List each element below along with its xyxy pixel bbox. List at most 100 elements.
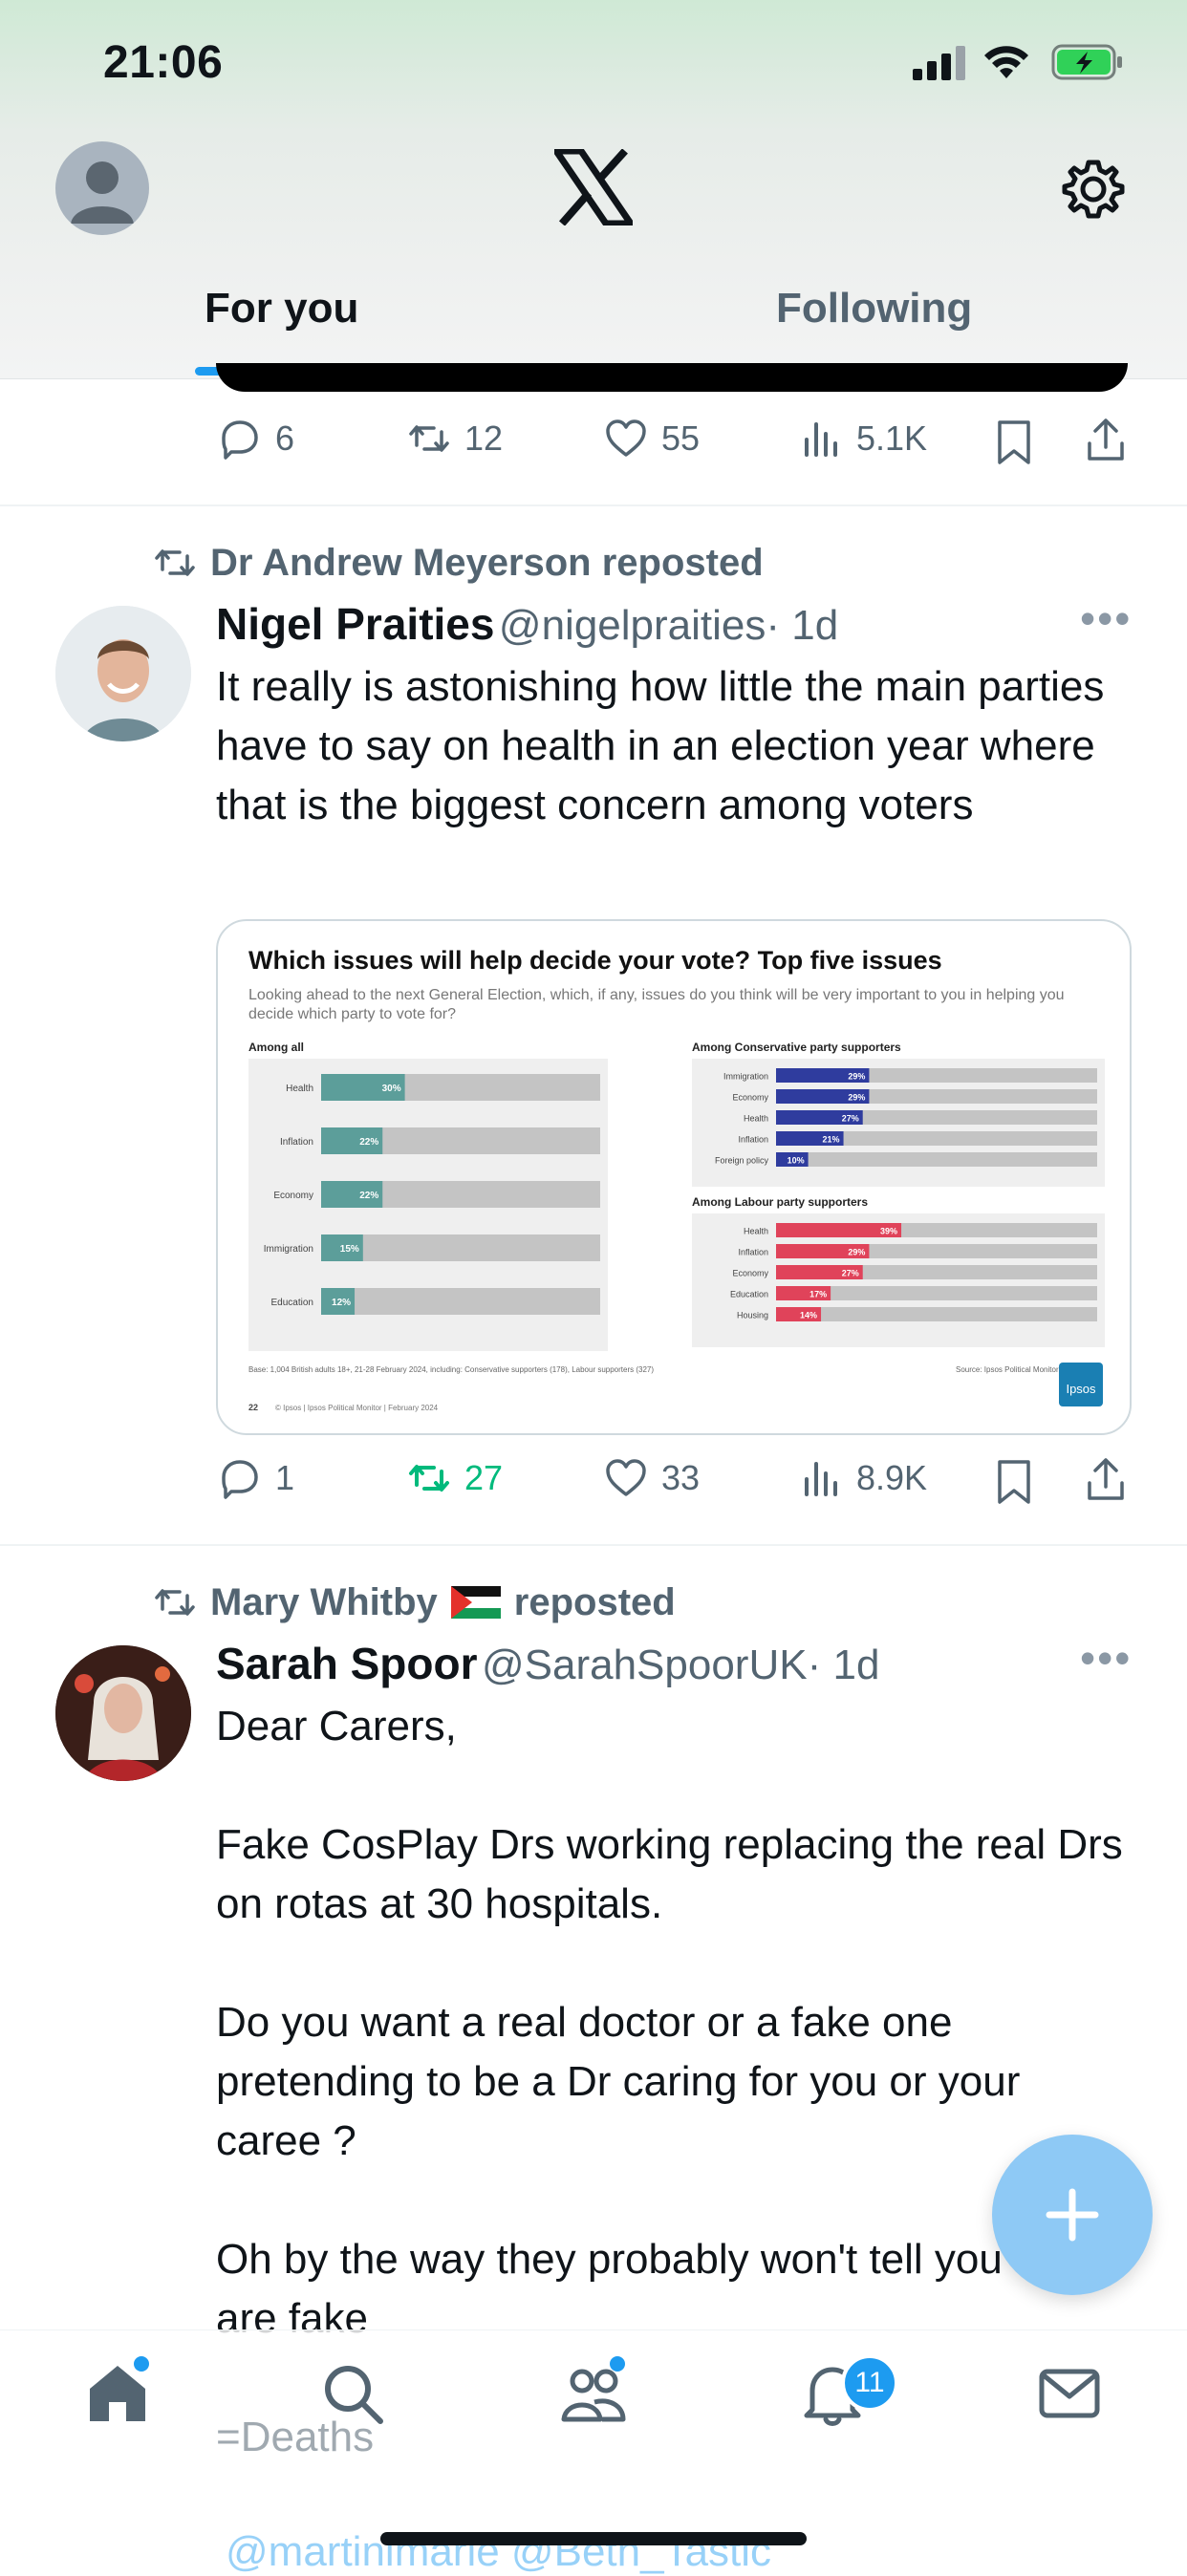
chart-value-label: 14%: [800, 1311, 817, 1320]
chart-page-number: 22: [248, 1403, 258, 1412]
views-count: 5.1K: [856, 419, 928, 458]
repost-icon: [155, 1589, 195, 1616]
chart-value-label: 29%: [848, 1072, 865, 1082]
chart-category-label: Economy: [732, 1093, 768, 1103]
reply-button[interactable]: 1: [218, 1456, 294, 1500]
chart-title: Which issues will help decide your vote?…: [248, 946, 942, 975]
chart-source: Source: Ipsos Political Monitor: [956, 1365, 1059, 1374]
tab-for-you[interactable]: For you: [205, 285, 358, 333]
chart-value-label: 12%: [332, 1298, 351, 1308]
like-button[interactable]: 55: [604, 417, 700, 461]
repost-button[interactable]: 12: [407, 417, 503, 461]
chart-value-label: 15%: [340, 1244, 359, 1255]
compose-button[interactable]: [992, 2135, 1153, 2295]
search-icon[interactable]: [319, 2360, 386, 2427]
ipsos-chart-image: Which issues will help decide your vote?…: [248, 946, 1105, 1412]
bookmark-icon[interactable]: [992, 419, 1036, 466]
reply-icon: [222, 1460, 258, 1499]
home-notification-dot: [134, 2356, 149, 2372]
palestine-flag-icon: [450, 1586, 501, 1619]
chart-category-label: Health: [744, 1114, 768, 1124]
settings-gear-icon[interactable]: [1061, 157, 1126, 222]
repost-button-active[interactable]: 27: [407, 1456, 503, 1500]
bookmark-icon[interactable]: [992, 1458, 1036, 1506]
views-chart-icon: [805, 1462, 837, 1496]
battery-charging-icon: [1051, 44, 1122, 80]
x-logo-icon[interactable]: [554, 149, 633, 225]
chart-category-label: Inflation: [738, 1135, 768, 1145]
status-time: 21:06: [103, 37, 224, 88]
chart-value-label: 10%: [788, 1156, 805, 1166]
chart-category-label: Inflation: [280, 1137, 313, 1148]
reposted-by: Dr Andrew Meyerson reposted: [210, 541, 764, 584]
default-user-icon: [71, 161, 134, 224]
chart-value-label: 27%: [842, 1269, 859, 1278]
previous-tweet-media[interactable]: [216, 363, 1128, 392]
plus-icon: [1046, 2188, 1099, 2242]
heart-icon: [606, 419, 646, 457]
avatar[interactable]: [55, 1645, 191, 1781]
chart-category-label: Foreign policy: [715, 1156, 769, 1166]
chart-category-label: Education: [730, 1290, 768, 1299]
tab-following[interactable]: Following: [776, 285, 972, 333]
notifications-badge: 11: [841, 2354, 898, 2412]
share-icon[interactable]: [1084, 1456, 1128, 1504]
chart-value-label: 22%: [359, 1137, 378, 1148]
repost-attribution[interactable]: Dr Andrew Meyerson reposted: [153, 541, 764, 585]
more-options-icon[interactable]: •••: [1080, 592, 1132, 644]
like-count: 33: [661, 1458, 701, 1497]
cellular-signal-icon: [913, 46, 965, 80]
ipsos-logo-text: Ipsos: [1066, 1382, 1096, 1396]
repost-attribution[interactable]: Mary Whitby reposted: [153, 1580, 676, 1624]
reply-button[interactable]: 6: [218, 417, 294, 461]
tweet-paragraph: Fake CosPlay Drs working replacing the r…: [216, 1821, 1135, 1927]
chart-bar-track: [776, 1307, 1097, 1321]
repost-count: 27: [464, 1458, 504, 1497]
divider: [0, 504, 1187, 506]
tweet-time[interactable]: · 1d: [766, 602, 838, 649]
chart-value-label: 39%: [880, 1227, 897, 1236]
tweet-header: Sarah Spoor @SarahSpoorUK· 1d: [216, 1638, 1067, 1689]
user-handle[interactable]: @nigelpraities: [499, 602, 766, 649]
reply-icon: [222, 420, 258, 460]
messages-envelope-icon[interactable]: [1036, 2360, 1103, 2427]
profile-avatar[interactable]: [55, 141, 149, 235]
views-button[interactable]: 8.9K: [799, 1456, 927, 1500]
chart-category-label: Immigration: [264, 1244, 313, 1255]
profile-photo: [55, 606, 191, 741]
repost-icon: [409, 1465, 449, 1492]
chart-panel-title: Among Conservative party supporters: [692, 1041, 901, 1054]
communities-notification-dot: [610, 2356, 625, 2372]
chart-panel-title: Among Labour party supporters: [692, 1195, 868, 1209]
reposted-suffix: reposted: [513, 1580, 676, 1623]
chart-bar-track: [321, 1288, 600, 1315]
chart-category-label: Health: [286, 1084, 313, 1094]
chart-bar-track: [776, 1152, 1097, 1167]
user-handle[interactable]: @SarahSpoorUK: [482, 1642, 808, 1688]
chart-value-label: 22%: [359, 1191, 378, 1201]
chart-category-label: Inflation: [738, 1248, 768, 1257]
repost-icon: [409, 425, 449, 452]
repost-count: 12: [464, 419, 504, 458]
views-button[interactable]: 5.1K: [799, 417, 927, 461]
chart-value-label: 29%: [848, 1248, 865, 1257]
reply-count: 6: [275, 419, 295, 458]
display-name[interactable]: Nigel Praities: [216, 599, 494, 649]
chart-value-label: 27%: [842, 1114, 859, 1124]
tweet-time[interactable]: · 1d: [808, 1642, 880, 1688]
chart-category-label: Immigration: [723, 1072, 768, 1082]
chart-category-label: Economy: [273, 1191, 313, 1201]
like-button[interactable]: 33: [604, 1456, 700, 1500]
share-icon[interactable]: [1084, 417, 1128, 464]
tweet-media-card[interactable]: Which issues will help decide your vote?…: [216, 919, 1132, 1435]
reply-count: 1: [275, 1458, 295, 1497]
views-count: 8.9K: [856, 1458, 928, 1497]
chart-copyright: © Ipsos | Ipsos Political Monitor | Febr…: [275, 1404, 439, 1412]
chart-value-label: 17%: [809, 1290, 827, 1299]
chart-subtitle: Looking ahead to the next General Electi…: [248, 987, 1065, 1022]
chart-panel-title: Among all: [248, 1041, 304, 1054]
avatar[interactable]: [55, 606, 191, 741]
tweet-header: Nigel Praities @nigelpraities· 1d: [216, 598, 1067, 650]
more-options-icon[interactable]: •••: [1080, 1632, 1132, 1684]
display-name[interactable]: Sarah Spoor: [216, 1639, 478, 1688]
